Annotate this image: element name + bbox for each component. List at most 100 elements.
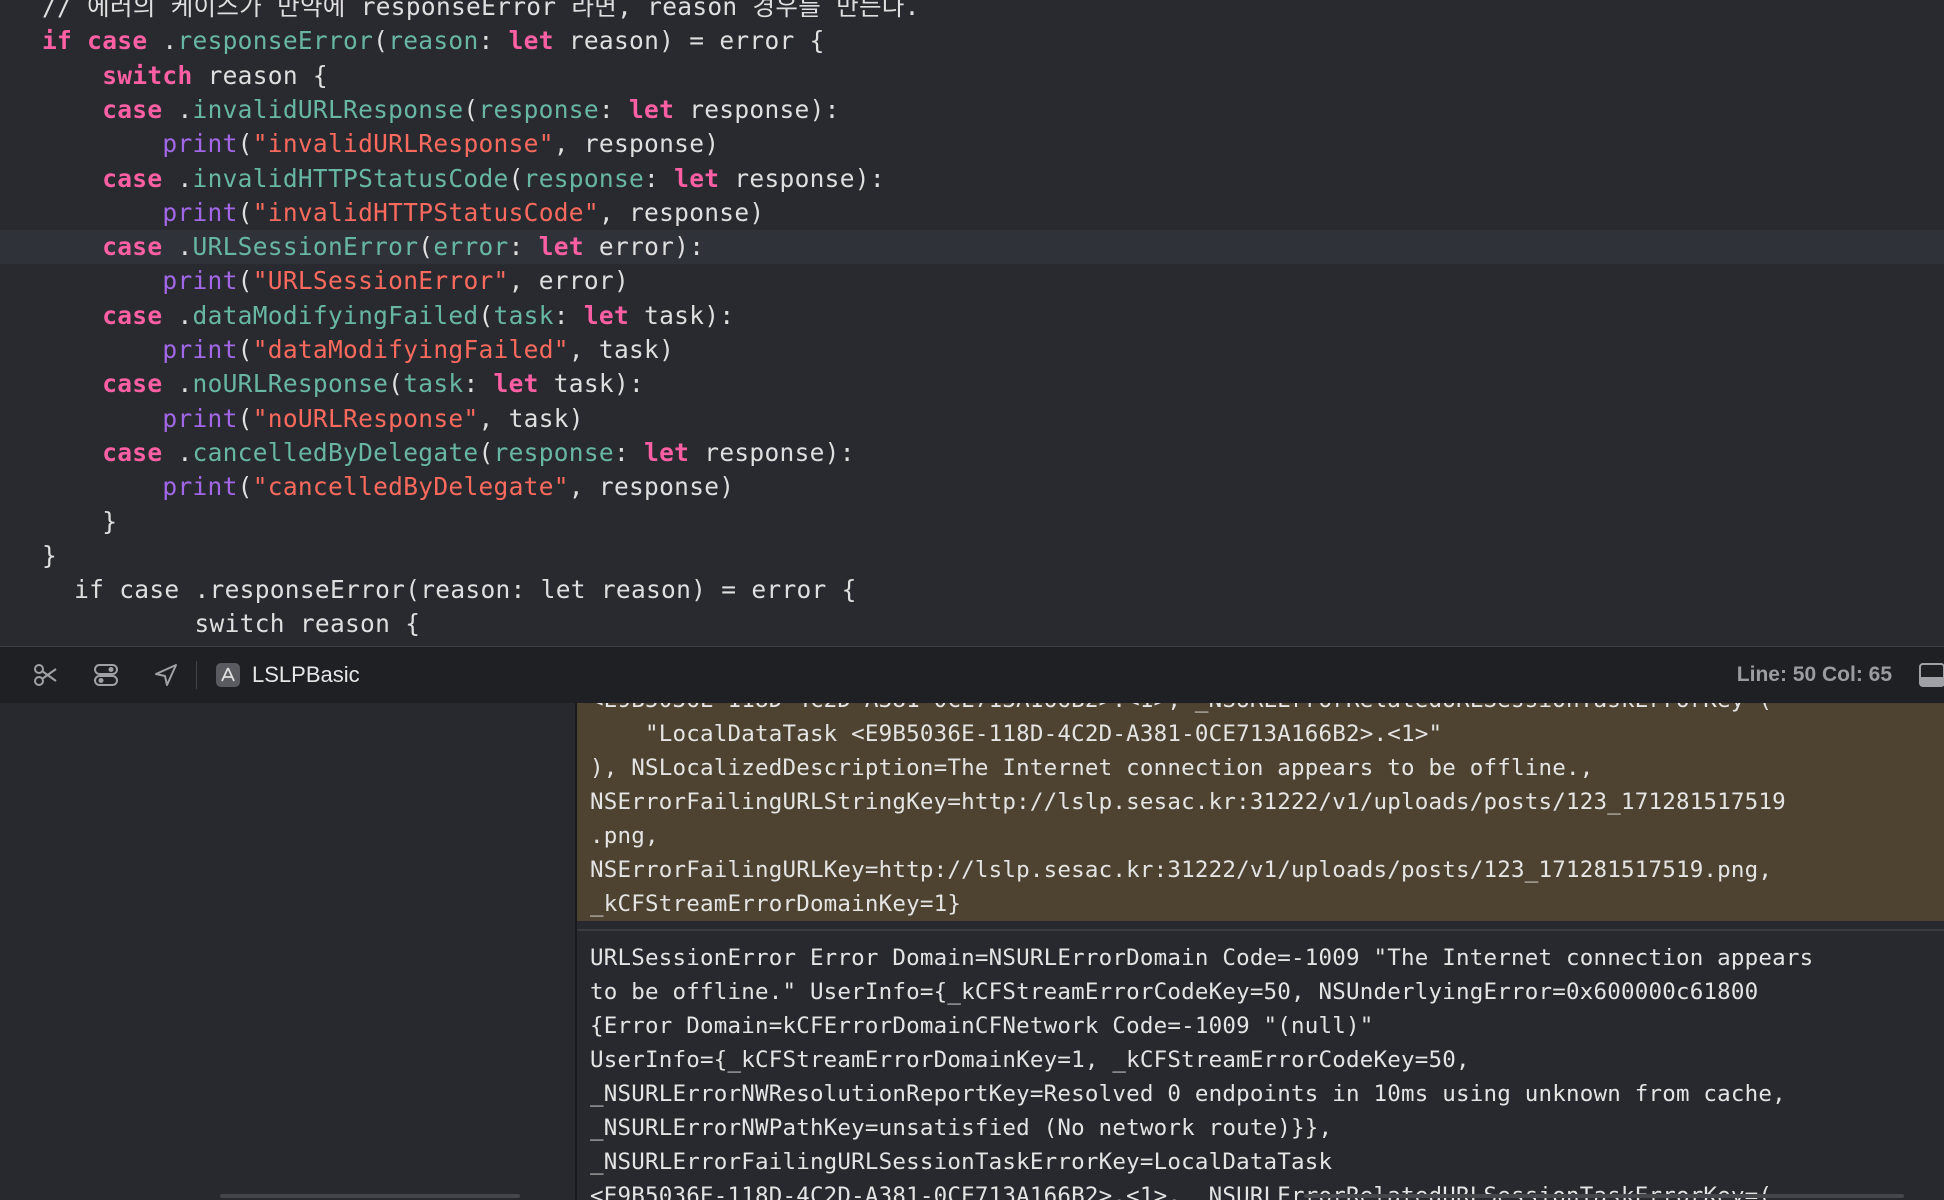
code-token: . [162,437,193,467]
console-line: ), NSLocalizedDescription=The Internet c… [590,755,1594,781]
code-token: print [162,197,238,227]
code-line[interactable]: case .invalidHTTPStatusCode(response: le… [0,162,1944,196]
code-line[interactable]: } [0,505,1944,539]
scrollbar[interactable] [1304,1194,1904,1198]
code-token: ( [237,335,253,364]
variables-toggle-icon[interactable] [92,661,120,689]
code-line[interactable]: case .cancelledByDelegate(response: let … [0,436,1944,470]
scrollbar[interactable] [220,1194,520,1198]
code-token: . [162,369,193,399]
code-line[interactable]: print("dataModifyingFailed", task) [0,333,1944,367]
code-token: switch reason { [44,609,421,639]
code-token: . [147,26,178,56]
code-token: error): [583,232,705,262]
code-token: ( [478,437,494,467]
code-token: print [162,335,238,364]
console-line: to be offline." UserInfo={_kCFStreamErro… [590,979,1759,1005]
breakpoints-icon[interactable] [32,661,60,689]
code-text: } [0,507,117,536]
code-token: ( [237,472,253,502]
code-token: task): [538,369,645,399]
code-token: "dataModifyingFailed" [252,335,569,364]
code-line[interactable]: case .invalidURLResponse(response: let r… [0,93,1944,127]
code-token: . [162,163,193,193]
code-token: : [553,300,584,330]
code-token: response): [674,94,840,124]
code-token: case [87,26,148,56]
code-token: : [463,369,494,399]
code-text: switch reason { [0,609,420,638]
code-text: case .URLSessionError(error: let error): [0,232,704,261]
code-token: response [493,437,614,467]
code-token: ( [463,94,479,124]
cursor-position: Line: 50 Col: 65 [1736,663,1892,686]
code-token: "noURLResponse" [252,403,479,433]
code-line[interactable]: switch reason { [0,607,1944,641]
code-text: print("invalidURLResponse", response) [0,129,719,158]
code-token: if [42,26,73,56]
code-token: , error) [508,266,629,296]
code-token: print [162,472,238,502]
code-line[interactable]: print("URLSessionError", error) [0,264,1944,298]
code-token: ( [478,300,494,330]
code-line[interactable]: case .URLSessionError(error: let error): [0,230,1944,265]
code-text: } [0,541,57,570]
code-token: ( [237,129,253,159]
code-line[interactable]: print("cancelledByDelegate", response) [0,470,1944,504]
code-token: ( [237,197,253,227]
code-token: : [478,26,509,56]
code-token: let [674,163,720,193]
code-line[interactable]: case .noURLResponse(task: let task): [0,367,1944,401]
console-line: UserInfo={_kCFStreamErrorDomainKey=1, _k… [590,1047,1470,1073]
location-icon[interactable] [152,661,180,689]
code-token: response): [689,437,855,467]
code-text: case .cancelledByDelegate(response: let … [0,438,855,467]
code-line[interactable]: switch reason { [0,59,1944,93]
code-line[interactable]: print("invalidHTTPStatusCode", response) [0,196,1944,230]
scheme-name[interactable]: LSLPBasic [252,661,360,689]
code-line[interactable]: print("invalidURLResponse", response) [0,127,1944,161]
debug-console[interactable]: <E9B5036E-118D-4C2D-A381-0CE713A166B2>.<… [577,703,1944,1200]
code-text: // 에러의 케이스가 만약에 responseError 라면, reason… [0,0,920,21]
code-line[interactable]: } [0,539,1944,573]
code-token: response [523,163,645,193]
code-line[interactable]: print("noURLResponse", task) [0,402,1944,436]
code-line[interactable]: case .dataModifyingFailed(task: let task… [0,299,1944,333]
code-text: print("URLSessionError", error) [0,266,629,295]
code-token: } [42,506,118,536]
code-token: print [162,403,238,433]
console-line: NSErrorFailingURLKey=http://lslp.sesac.k… [590,857,1773,883]
code-token: ( [237,403,253,433]
code-token: case [102,300,163,330]
code-text: case .dataModifyingFailed(task: let task… [0,301,734,330]
panel-toggle-icon[interactable] [1918,661,1944,689]
code-token: response [478,94,599,124]
code-text: case .invalidHTTPStatusCode(response: le… [0,164,885,193]
code-token: , task) [478,403,584,433]
code-line[interactable]: if case .responseError(reason: let reaso… [0,24,1944,58]
code-token: , response) [568,472,735,502]
code-line[interactable]: // 에러의 케이스가 만약에 responseError 라면, reason… [0,0,1944,24]
code-token: error [433,232,509,262]
code-token: "URLSessionError" [252,266,509,296]
code-token: invalidURLResponse [192,94,464,124]
console-line: _kCFStreamErrorDomainKey=1} [590,891,962,917]
code-line[interactable]: if case .responseError(reason: let reaso… [0,573,1944,607]
console-line: _NSURLErrorFailingURLSessionTaskErrorKey… [590,1149,1333,1175]
code-editor[interactable]: // 에러의 케이스가 만약에 responseError 라면, reason… [0,0,1944,646]
code-token: : [613,437,645,467]
code-token: let [629,94,675,124]
code-token: ( [373,26,389,56]
console-line: NSErrorFailingURLStringKey=http://lslp.s… [590,789,1786,815]
code-token: "invalidHTTPStatusCode" [252,197,599,227]
code-text: if case .responseError(reason: let reaso… [0,26,825,55]
variables-view[interactable] [0,703,577,1200]
